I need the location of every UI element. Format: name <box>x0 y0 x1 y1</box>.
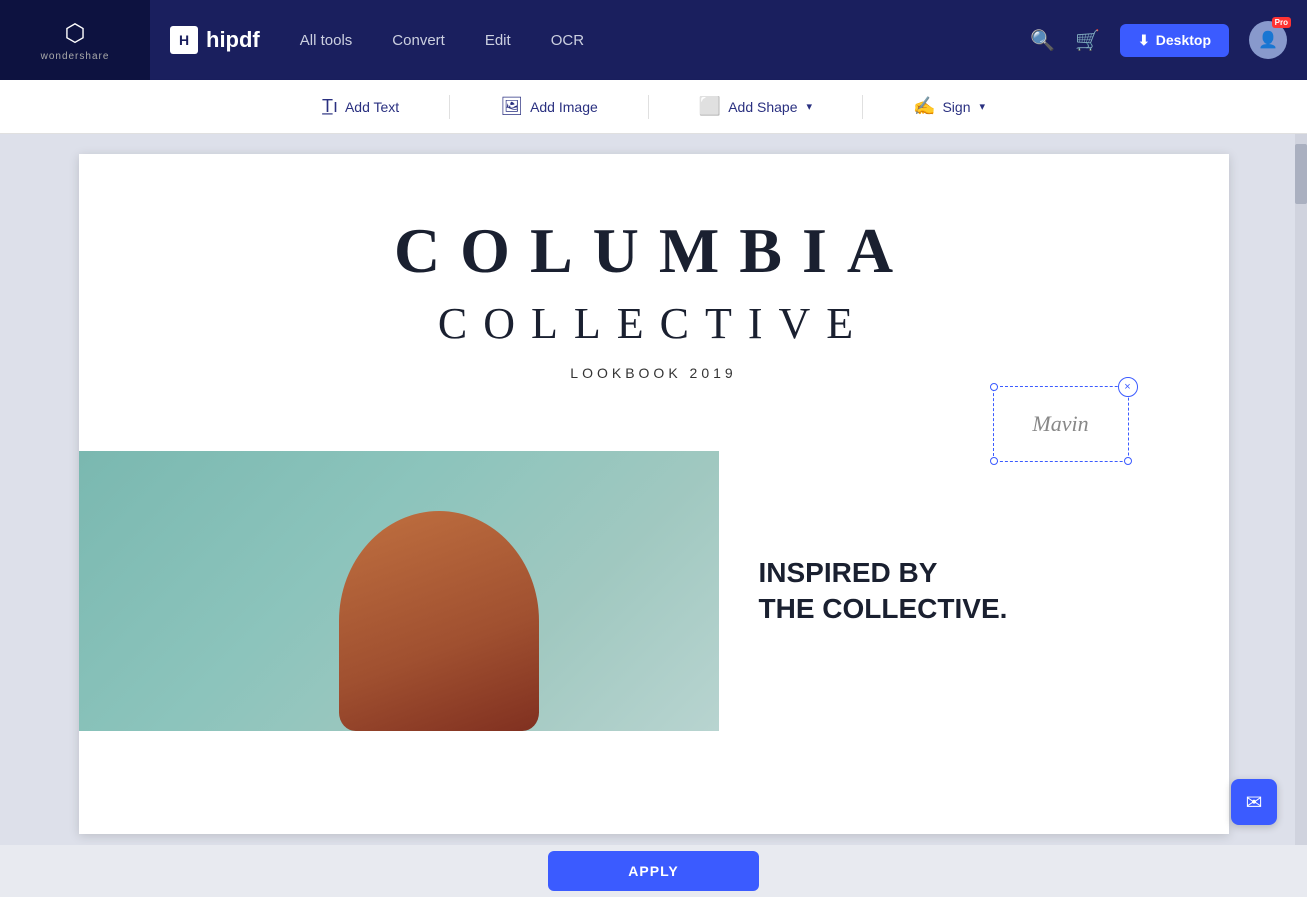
main-area: COLUMBIA COLLECTIVE LOOKBOOK 2019 INSPIR… <box>0 134 1307 845</box>
wondershare-label: wondershare <box>41 51 110 62</box>
image-icon: 🖼 <box>500 96 523 117</box>
add-text-label: Add Text <box>345 99 399 115</box>
editor-toolbar: T̲ı Add Text 🖼 Add Image ⬜ Add Shape ▾ ✍… <box>0 80 1307 134</box>
email-icon: ✉ <box>1246 790 1263 815</box>
text-icon: T̲ı <box>322 96 338 117</box>
hipdf-name: hipdf <box>206 27 260 53</box>
photo-area: INSPIRED BYTHE COLLECTIVE. <box>79 451 1229 731</box>
photo-right: INSPIRED BYTHE COLLECTIVE. <box>719 451 1229 731</box>
signature-box[interactable]: × Mavin <box>993 386 1129 462</box>
add-shape-button[interactable]: ⬜ Add Shape ▾ <box>689 90 822 123</box>
shape-chevron: ▾ <box>807 100 813 113</box>
pro-badge: Pro <box>1272 17 1291 28</box>
add-shape-label: Add Shape <box>728 99 797 115</box>
apply-button[interactable]: APPLY <box>548 851 758 891</box>
main-nav: All tools Convert Edit OCR <box>280 32 1030 49</box>
inspired-text: INSPIRED BYTHE COLLECTIVE. <box>759 555 1008 628</box>
toolbar-divider-2 <box>648 95 649 119</box>
nav-right: 🔍 🛒 ⬇ Desktop 👤 Pro <box>1030 21 1307 59</box>
nav-bar: ⬡ wondershare H hipdf All tools Convert … <box>0 0 1307 80</box>
nav-convert[interactable]: Convert <box>392 32 445 49</box>
hipdf-logo[interactable]: H hipdf <box>150 26 280 54</box>
nav-ocr[interactable]: OCR <box>551 32 584 49</box>
desktop-button[interactable]: ⬇ Desktop <box>1120 24 1229 57</box>
pdf-page: COLUMBIA COLLECTIVE LOOKBOOK 2019 INSPIR… <box>79 154 1229 834</box>
pdf-canvas: COLUMBIA COLLECTIVE LOOKBOOK 2019 INSPIR… <box>0 134 1307 845</box>
toolbar-divider-1 <box>449 95 450 119</box>
signature-text: Mavin <box>1032 411 1088 437</box>
nav-edit[interactable]: Edit <box>485 32 511 49</box>
search-icon[interactable]: 🔍 <box>1030 28 1055 53</box>
add-text-button[interactable]: T̲ı Add Text <box>312 90 409 123</box>
sign-chevron: ▾ <box>979 100 985 113</box>
photo-left <box>79 451 719 731</box>
sign-button[interactable]: ✍ Sign ▾ <box>903 90 995 123</box>
wondershare-icon: ⬡ <box>65 19 86 48</box>
toolbar-divider-3 <box>862 95 863 119</box>
scrollbar-track[interactable] <box>1295 134 1307 845</box>
avatar-wrapper: 👤 Pro <box>1249 21 1287 59</box>
add-image-button[interactable]: 🖼 Add Image <box>490 90 608 123</box>
shape-icon: ⬜ <box>699 96 721 117</box>
sig-handle-bl[interactable] <box>990 457 998 465</box>
wondershare-logo[interactable]: ⬡ wondershare <box>0 0 150 80</box>
lookbook-text: LOOKBOOK 2019 <box>159 365 1149 381</box>
sign-label: Sign <box>942 99 970 115</box>
nav-all-tools[interactable]: All tools <box>300 32 353 49</box>
hipdf-icon-box: H <box>170 26 198 54</box>
desktop-label: Desktop <box>1156 32 1211 48</box>
cart-icon[interactable]: 🛒 <box>1075 28 1100 53</box>
chair-image <box>339 511 539 731</box>
columbia-title: COLUMBIA <box>159 214 1149 288</box>
collective-subtitle: COLLECTIVE <box>159 298 1149 349</box>
sig-handle-tl[interactable] <box>990 383 998 391</box>
desktop-icon: ⬇ <box>1138 32 1150 49</box>
sig-close-button[interactable]: × <box>1118 377 1138 397</box>
sig-handle-br[interactable] <box>1124 457 1132 465</box>
scrollbar-thumb[interactable] <box>1295 144 1307 204</box>
sign-icon: ✍ <box>913 96 935 117</box>
add-image-label: Add Image <box>530 99 598 115</box>
email-fab-button[interactable]: ✉ <box>1231 779 1277 825</box>
apply-bar: APPLY <box>0 845 1307 897</box>
